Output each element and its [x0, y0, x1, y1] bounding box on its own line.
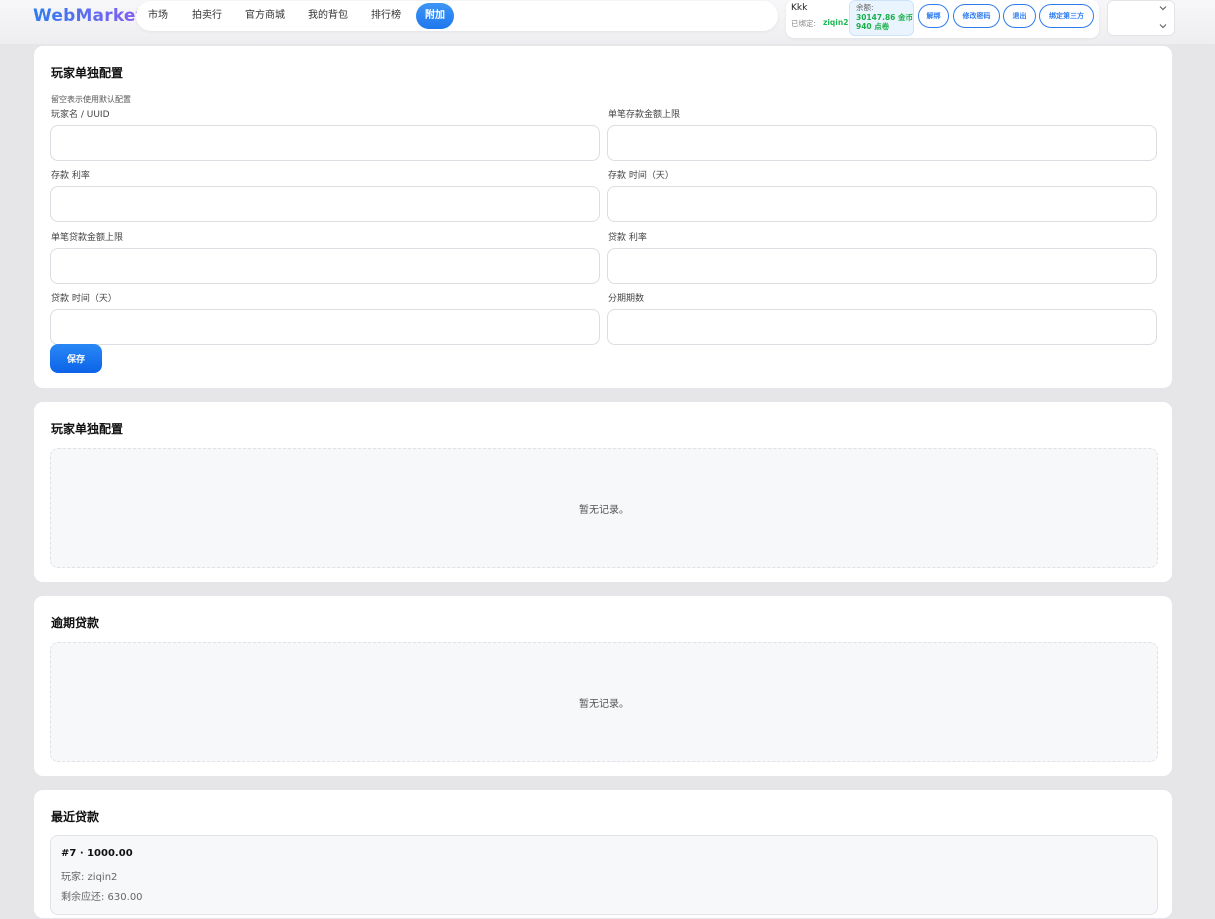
card-title: 玩家单独配置	[51, 66, 124, 80]
chevron-down-icon	[1159, 4, 1167, 12]
loan-id-amount: #7 · 1000.00	[61, 848, 133, 859]
nav-extra[interactable]: 附加	[416, 3, 454, 29]
bind-third-party-button[interactable]: 绑定第三方	[1039, 4, 1094, 28]
change-password-button[interactable]: 修改密码	[953, 4, 1000, 28]
overdue-loans-card: 逾期贷款 暂无记录。	[33, 595, 1173, 777]
nav-leaderboard[interactable]: 排行榜	[367, 2, 405, 30]
main-nav: 市场 拍卖行 官方商城 我的背包 排行榜 附加	[136, 1, 778, 31]
list-item[interactable]: #7 · 1000.00 玩家: ziqin2 剩余应还: 630.00	[50, 835, 1158, 915]
select-dropdown[interactable]	[1107, 0, 1175, 36]
points-balance: 940 点卷	[856, 22, 890, 31]
empty-text: 暂无记录。	[579, 505, 629, 516]
balance-box: 余额: 30147.86 金币 940 点卷	[849, 0, 914, 36]
card-title: 最近贷款	[51, 810, 100, 824]
nav-backpack[interactable]: 我的背包	[304, 2, 352, 30]
chevron-down-icon	[1159, 22, 1167, 30]
form-hint: 留空表示使用默认配置	[51, 95, 131, 104]
nav-auction[interactable]: 拍卖行	[188, 2, 226, 30]
empty-text: 暂无记录。	[579, 699, 629, 710]
loan-days-input[interactable]	[50, 309, 600, 345]
deposit-limit-input[interactable]	[607, 125, 1157, 161]
gold-balance: 30147.86 金币	[856, 13, 913, 22]
player-input[interactable]	[50, 125, 600, 161]
user-panel: Kkk 已绑定: ziqin2 余额: 30147.86 金币 940 点卷 解…	[786, 0, 1099, 38]
save-button[interactable]: 保存	[50, 344, 102, 373]
deposit-days-label: 存款 时间（天）	[608, 171, 674, 181]
nav-official-store[interactable]: 官方商城	[241, 2, 289, 30]
nav-market[interactable]: 市场	[144, 2, 172, 30]
empty-state: 暂无记录。	[50, 642, 1158, 762]
loan-remaining: 剩余应还: 630.00	[61, 892, 143, 903]
bound-label: 已绑定:	[791, 19, 817, 28]
loan-rate-label: 贷款 利率	[608, 233, 647, 243]
empty-state: 暂无记录。	[50, 448, 1158, 568]
loan-limit-label: 单笔贷款金额上限	[51, 233, 124, 243]
loan-rate-input[interactable]	[607, 248, 1157, 284]
player-label: 玩家名 / UUID	[51, 110, 110, 120]
card-title: 玩家单独配置	[51, 422, 124, 436]
loan-limit-input[interactable]	[50, 248, 600, 284]
player-config-form-card: 玩家单独配置 留空表示使用默认配置 玩家名 / UUID 单笔存款金额上限 存款…	[33, 45, 1173, 389]
unbind-button[interactable]: 解绑	[918, 4, 949, 28]
player-config-list-card: 玩家单独配置 暂无记录。	[33, 401, 1173, 583]
recent-loans-card: 最近贷款 #7 · 1000.00 玩家: ziqin2 剩余应还: 630.0…	[33, 789, 1173, 919]
balance-label: 余额:	[856, 3, 874, 12]
bound-username: ziqin2	[823, 18, 849, 27]
deposit-rate-input[interactable]	[50, 186, 600, 222]
loan-days-label: 贷款 时间（天）	[51, 294, 117, 304]
loan-player: 玩家: ziqin2	[61, 872, 118, 883]
logo[interactable]: WebMarket	[33, 6, 144, 26]
deposit-days-input[interactable]	[607, 186, 1157, 222]
installments-label: 分期期数	[608, 294, 645, 304]
installments-input[interactable]	[607, 309, 1157, 345]
username: Kkk	[791, 3, 808, 13]
logout-button[interactable]: 退出	[1003, 4, 1036, 28]
top-bar: WebMarket 市场 拍卖行 官方商城 我的背包 排行榜 附加 Kkk 已绑…	[0, 0, 1215, 44]
card-title: 逾期贷款	[51, 616, 100, 630]
deposit-limit-label: 单笔存款金额上限	[608, 110, 681, 120]
deposit-rate-label: 存款 利率	[51, 171, 90, 181]
